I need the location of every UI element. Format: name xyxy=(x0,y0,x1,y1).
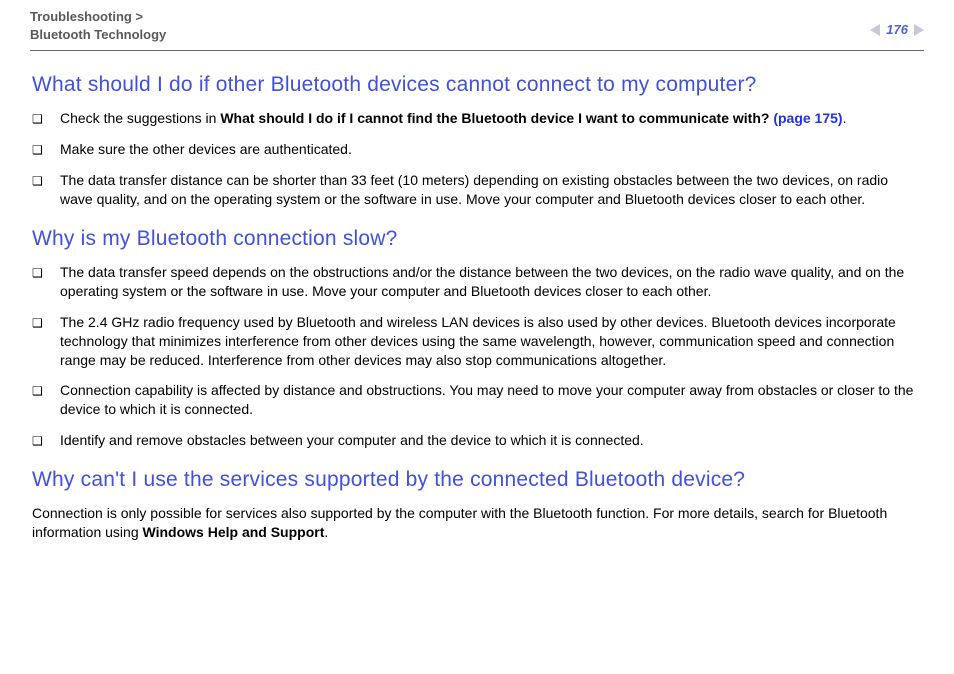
list-item: ❑ Identify and remove obstacles between … xyxy=(32,431,922,450)
bullet-list: ❑ Check the suggestions in What should I… xyxy=(32,109,922,209)
list-item: ❑ Make sure the other devices are authen… xyxy=(32,140,922,159)
list-item-text: Make sure the other devices are authenti… xyxy=(60,140,922,159)
section-heading: Why is my Bluetooth connection slow? xyxy=(32,227,922,251)
bullet-icon: ❑ xyxy=(32,171,60,209)
text-bold: Windows Help and Support xyxy=(143,524,325,540)
list-item: ❑ The data transfer distance can be shor… xyxy=(32,171,922,209)
text-run: . xyxy=(843,110,847,126)
text-bold: What should I do if I cannot find the Bl… xyxy=(220,110,773,126)
breadcrumb: Troubleshooting > Bluetooth Technology xyxy=(30,8,166,44)
breadcrumb-line-2: Bluetooth Technology xyxy=(30,26,166,44)
list-item-text: Check the suggestions in What should I d… xyxy=(60,109,922,128)
bullet-icon: ❑ xyxy=(32,140,60,159)
page-link[interactable]: (page 175) xyxy=(773,110,842,126)
list-item-text: Connection capability is affected by dis… xyxy=(60,381,922,419)
list-item: ❑ Connection capability is affected by d… xyxy=(32,381,922,419)
list-item-text: The data transfer distance can be shorte… xyxy=(60,171,922,209)
list-item-text: The data transfer speed depends on the o… xyxy=(60,263,922,301)
bullet-icon: ❑ xyxy=(32,381,60,419)
page-content: What should I do if other Bluetooth devi… xyxy=(30,73,924,541)
list-item: ❑ Check the suggestions in What should I… xyxy=(32,109,922,128)
list-item-text: The 2.4 GHz radio frequency used by Blue… xyxy=(60,313,922,370)
bullet-icon: ❑ xyxy=(32,313,60,370)
prev-page-arrow-icon[interactable] xyxy=(870,24,880,36)
bullet-list: ❑ The data transfer speed depends on the… xyxy=(32,263,922,450)
breadcrumb-line-1: Troubleshooting > xyxy=(30,8,166,26)
text-run: . xyxy=(324,524,328,540)
paragraph: Connection is only possible for services… xyxy=(32,504,922,542)
bullet-icon: ❑ xyxy=(32,263,60,301)
page-root: Troubleshooting > Bluetooth Technology 1… xyxy=(0,0,954,674)
list-item-text: Identify and remove obstacles between yo… xyxy=(60,431,922,450)
section-heading: Why can't I use the services supported b… xyxy=(32,468,922,492)
list-item: ❑ The 2.4 GHz radio frequency used by Bl… xyxy=(32,313,922,370)
list-item: ❑ The data transfer speed depends on the… xyxy=(32,263,922,301)
bullet-icon: ❑ xyxy=(32,431,60,450)
page-header: Troubleshooting > Bluetooth Technology 1… xyxy=(30,8,924,51)
bullet-icon: ❑ xyxy=(32,109,60,128)
page-number: 176 xyxy=(886,22,908,37)
next-page-arrow-icon[interactable] xyxy=(914,24,924,36)
section-heading: What should I do if other Bluetooth devi… xyxy=(32,73,922,97)
page-navigation: 176 xyxy=(870,8,924,37)
text-run: Check the suggestions in xyxy=(60,110,220,126)
